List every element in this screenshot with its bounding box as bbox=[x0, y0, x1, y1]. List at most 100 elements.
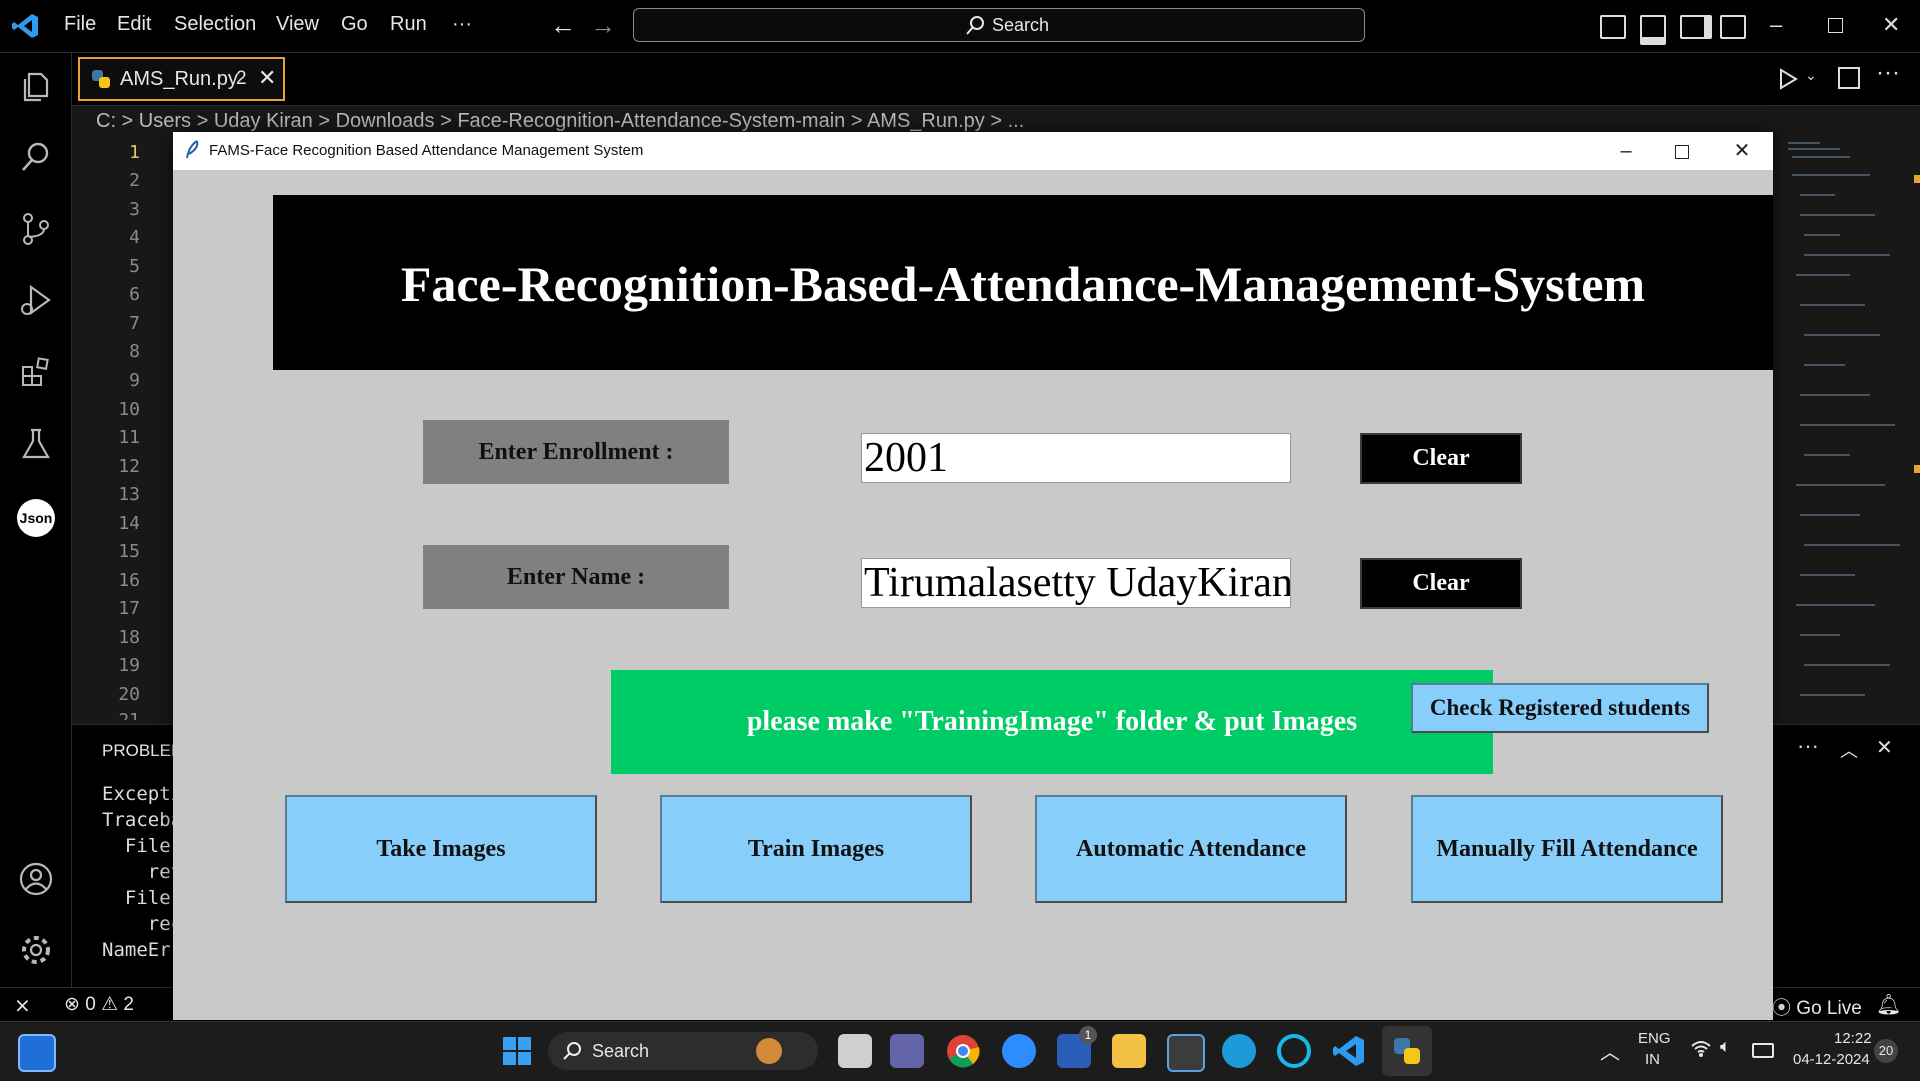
volume-icon[interactable]: 🔈︎ bbox=[1720, 1036, 1731, 1057]
line-number: 12 bbox=[118, 456, 140, 477]
edge-icon[interactable] bbox=[1222, 1034, 1256, 1068]
chrome-icon[interactable] bbox=[946, 1034, 980, 1068]
restore-icon[interactable] bbox=[1828, 18, 1843, 33]
line-number: 18 bbox=[118, 627, 140, 648]
microsoft-store-icon[interactable] bbox=[1167, 1034, 1205, 1072]
language-indicator-bottom[interactable]: IN bbox=[1645, 1051, 1660, 1068]
python-taskbar-item[interactable] bbox=[1382, 1026, 1432, 1076]
lens-app-icon[interactable]: 1 bbox=[1057, 1026, 1097, 1068]
breadcrumb: C: > Users > Uday Kiran > Downloads > Fa… bbox=[96, 110, 1025, 132]
customize-layout-icon[interactable] bbox=[1720, 15, 1746, 39]
breadcrumb-drive[interactable]: C: bbox=[96, 110, 116, 132]
remote-icon[interactable]: ⨯ bbox=[14, 993, 31, 1018]
tk-close-icon[interactable]: ✕ bbox=[1729, 138, 1755, 164]
take-images-button[interactable]: Take Images bbox=[285, 795, 597, 903]
toggle-secondary-sidebar-icon[interactable] bbox=[1680, 15, 1712, 39]
wifi-icon[interactable] bbox=[1690, 1040, 1712, 1058]
vscode-taskbar-icon[interactable] bbox=[1332, 1034, 1366, 1068]
tab-ams-run[interactable]: AMS_Run.py 2 ✕ bbox=[78, 57, 285, 101]
split-editor-icon[interactable] bbox=[1838, 67, 1860, 89]
taskbar-search-box[interactable]: Search bbox=[548, 1032, 818, 1070]
line-number: 11 bbox=[118, 427, 140, 448]
menu-selection[interactable]: Selection bbox=[174, 13, 256, 36]
errors-status[interactable]: ⊗ 0 ⚠ 2 bbox=[64, 993, 134, 1016]
minimize-icon[interactable]: – bbox=[1770, 12, 1782, 38]
breadcrumb-users[interactable]: Users bbox=[139, 110, 191, 132]
tk-maximize-icon[interactable] bbox=[1675, 145, 1689, 159]
close-icon[interactable]: ✕ bbox=[1882, 12, 1900, 38]
menu-edit[interactable]: Edit bbox=[117, 13, 151, 36]
teams-icon[interactable] bbox=[890, 1034, 924, 1068]
line-number: 21 bbox=[118, 710, 140, 720]
toggle-panel-icon[interactable] bbox=[1640, 15, 1666, 45]
breadcrumb-downloads[interactable]: Downloads bbox=[336, 110, 435, 132]
forward-arrow-icon[interactable]: → bbox=[590, 10, 616, 41]
check-registered-students-button[interactable]: Check Registered students bbox=[1411, 683, 1709, 733]
testing-icon[interactable] bbox=[17, 425, 55, 463]
menu-more[interactable]: ··· bbox=[452, 13, 472, 36]
tab-close-icon[interactable]: ✕ bbox=[258, 65, 276, 91]
task-view-icon[interactable] bbox=[838, 1034, 872, 1068]
manually-fill-attendance-button[interactable]: Manually Fill Attendance bbox=[1411, 795, 1723, 903]
name-label: Enter Name : bbox=[423, 545, 729, 609]
more-actions-icon[interactable]: ··· bbox=[1876, 59, 1900, 87]
panel-more-icon[interactable]: ··· bbox=[1797, 733, 1819, 759]
notification-count-badge[interactable]: 20 bbox=[1874, 1039, 1898, 1063]
notifications-bell-icon[interactable]: 🔔︎ bbox=[1876, 992, 1901, 1017]
tk-title-bar: FAMS-Face Recognition Based Attendance M… bbox=[173, 132, 1773, 170]
notification-message: please make "TrainingImage" folder & put… bbox=[611, 670, 1493, 774]
widgets-icon[interactable] bbox=[18, 1034, 56, 1072]
go-live-button[interactable]: ⦿ Go Live bbox=[1772, 993, 1862, 1020]
breadcrumb-more[interactable]: ... bbox=[1008, 110, 1025, 132]
automatic-attendance-button[interactable]: Automatic Attendance bbox=[1035, 795, 1347, 903]
language-indicator-top[interactable]: ENG bbox=[1638, 1030, 1671, 1047]
menu-go[interactable]: Go bbox=[341, 13, 368, 36]
clear-name-button[interactable]: Clear bbox=[1360, 558, 1522, 609]
source-control-icon[interactable] bbox=[17, 210, 55, 248]
chevron-down-icon[interactable]: ⌄ bbox=[1805, 67, 1817, 84]
battery-icon[interactable] bbox=[1752, 1043, 1774, 1058]
breadcrumb-user[interactable]: Uday Kiran bbox=[214, 110, 313, 132]
terminal-line: rec bbox=[102, 913, 183, 935]
clock-date[interactable]: 04-12-2024 bbox=[1793, 1051, 1870, 1068]
back-arrow-icon[interactable]: ← bbox=[550, 10, 576, 41]
menu-run[interactable]: Run bbox=[390, 13, 427, 36]
clear-enrollment-button[interactable]: Clear bbox=[1360, 433, 1522, 484]
breadcrumb-file[interactable]: AMS_Run.py bbox=[867, 110, 985, 132]
vscode-logo-icon[interactable] bbox=[12, 12, 40, 40]
show-hidden-icons-icon[interactable]: ︿ bbox=[1600, 1036, 1620, 1065]
line-number: 15 bbox=[118, 541, 140, 562]
train-images-button[interactable]: Train Images bbox=[660, 795, 972, 903]
enrollment-input[interactable]: 2001 bbox=[861, 433, 1291, 483]
extensions-icon[interactable] bbox=[17, 353, 55, 391]
run-python-icon[interactable] bbox=[1777, 67, 1799, 91]
tk-minimize-icon[interactable]: – bbox=[1613, 138, 1639, 164]
zoom-icon[interactable] bbox=[1002, 1034, 1036, 1068]
windows-start-icon[interactable] bbox=[502, 1036, 532, 1066]
run-debug-icon[interactable] bbox=[17, 281, 55, 319]
minimap[interactable] bbox=[1780, 135, 1920, 720]
cortana-icon[interactable] bbox=[1277, 1034, 1311, 1068]
line-number: 10 bbox=[118, 399, 140, 420]
tab-filename: AMS_Run.py bbox=[120, 68, 238, 90]
settings-gear-icon[interactable] bbox=[17, 931, 55, 969]
warning-count: 2 bbox=[123, 994, 134, 1015]
menu-view[interactable]: View bbox=[276, 13, 319, 36]
app-badge: 1 bbox=[1079, 1026, 1097, 1044]
breadcrumb-folder[interactable]: Face-Recognition-Attendance-System-main bbox=[457, 110, 845, 132]
file-explorer-icon[interactable] bbox=[1112, 1034, 1146, 1068]
search-icon[interactable] bbox=[17, 138, 55, 176]
menu-file[interactable]: File bbox=[64, 13, 96, 36]
account-icon[interactable] bbox=[17, 860, 55, 898]
warning-icon: ⚠ bbox=[101, 994, 119, 1015]
json-icon[interactable]: Json bbox=[17, 499, 55, 537]
close-panel-icon[interactable]: ✕ bbox=[1876, 735, 1893, 760]
explorer-icon[interactable] bbox=[17, 68, 55, 106]
command-center-search[interactable]: Search bbox=[633, 8, 1365, 42]
maximize-panel-icon[interactable]: ︿ bbox=[1840, 737, 1858, 763]
clock-time[interactable]: 12:22 bbox=[1834, 1030, 1872, 1047]
toggle-sidebar-icon[interactable] bbox=[1600, 15, 1626, 39]
name-input[interactable]: Tirumalasetty UdayKiran bbox=[861, 558, 1291, 608]
line-number-gutter: 1 2 3 4 5 6 7 8 9 10 11 12 13 14 15 16 1… bbox=[72, 138, 172, 723]
activity-bar: Json bbox=[0, 53, 72, 987]
